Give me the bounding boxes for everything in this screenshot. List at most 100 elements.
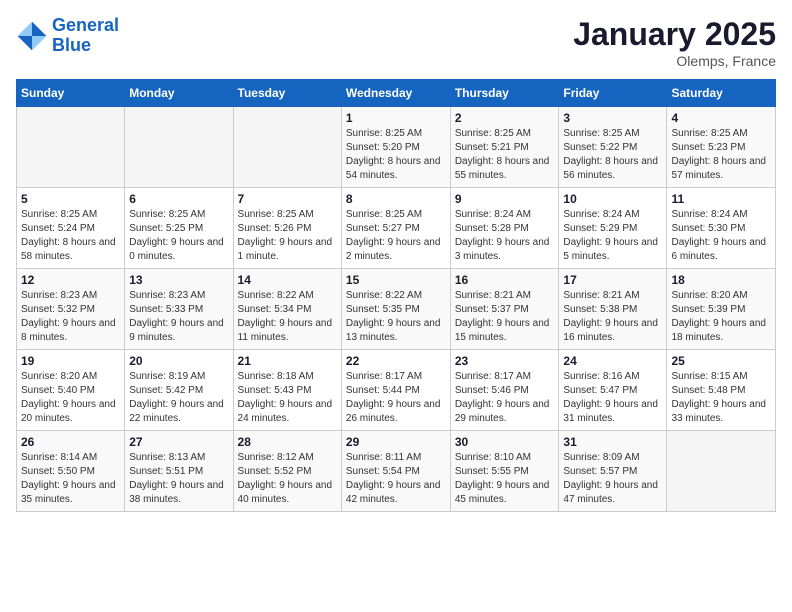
day-info: Sunrise: 8:14 AMSunset: 5:50 PMDaylight:… — [21, 451, 120, 507]
day-info: Sunrise: 8:21 AMSunset: 5:38 PMDaylight:… — [563, 289, 662, 345]
day-number: 25 — [671, 354, 771, 368]
day-number: 13 — [129, 273, 228, 287]
day-number: 6 — [129, 192, 228, 206]
day-number: 22 — [346, 354, 446, 368]
day-info: Sunrise: 8:22 AMSunset: 5:35 PMDaylight:… — [346, 289, 446, 345]
day-number: 31 — [563, 435, 662, 449]
calendar-cell — [233, 107, 341, 188]
logo-blue: Blue — [52, 35, 91, 55]
calendar-cell: 2 Sunrise: 8:25 AMSunset: 5:21 PMDaylight… — [450, 107, 559, 188]
day-info: Sunrise: 8:20 AMSunset: 5:40 PMDaylight:… — [21, 370, 120, 426]
calendar-cell: 4 Sunrise: 8:25 AMSunset: 5:23 PMDaylight… — [667, 107, 776, 188]
calendar-header-row: SundayMondayTuesdayWednesdayThursdayFrid… — [17, 80, 776, 107]
day-info: Sunrise: 8:17 AMSunset: 5:44 PMDaylight:… — [346, 370, 446, 426]
day-info: Sunrise: 8:22 AMSunset: 5:34 PMDaylight:… — [238, 289, 337, 345]
calendar-cell: 30Sunrise: 8:10 AMSunset: 5:55 PMDayligh… — [450, 431, 559, 512]
day-number: 15 — [346, 273, 446, 287]
day-info: Sunrise: 8:25 AMSunset: 5:20 PMDaylight:… — [346, 127, 446, 183]
calendar-week-row: 19Sunrise: 8:20 AMSunset: 5:40 PMDayligh… — [17, 350, 776, 431]
day-info: Sunrise: 8:23 AMSunset: 5:32 PMDaylight:… — [21, 289, 120, 345]
calendar-cell: 11 Sunrise: 8:24 AMSunset: 5:30 PMDayligh… — [667, 188, 776, 269]
day-info: Sunrise: 8:12 AMSunset: 5:52 PMDaylight:… — [238, 451, 337, 507]
calendar-week-row: 12 Sunrise: 8:23 AMSunset: 5:32 PMDayligh… — [17, 269, 776, 350]
calendar-cell: 26 Sunrise: 8:14 AMSunset: 5:50 PMDayligh… — [17, 431, 125, 512]
day-number: 28 — [238, 435, 337, 449]
weekday-header: Thursday — [450, 80, 559, 107]
day-number: 16 — [455, 273, 555, 287]
calendar-cell: 28 Sunrise: 8:12 AMSunset: 5:52 PMDayligh… — [233, 431, 341, 512]
weekday-header: Friday — [559, 80, 667, 107]
weekday-header: Sunday — [17, 80, 125, 107]
day-number: 12 — [21, 273, 120, 287]
calendar-cell: 24 Sunrise: 8:16 AMSunset: 5:47 PMDayligh… — [559, 350, 667, 431]
day-info: Sunrise: 8:11 AMSunset: 5:54 PMDaylight:… — [346, 451, 446, 507]
calendar-cell: 21 Sunrise: 8:18 AMSunset: 5:43 PMDayligh… — [233, 350, 341, 431]
calendar-cell: 14 Sunrise: 8:22 AMSunset: 5:34 PMDayligh… — [233, 269, 341, 350]
day-info: Sunrise: 8:25 AMSunset: 5:22 PMDaylight:… — [563, 127, 662, 183]
day-info: Sunrise: 8:19 AMSunset: 5:42 PMDaylight:… — [129, 370, 228, 426]
weekday-header: Tuesday — [233, 80, 341, 107]
calendar-cell: 16 Sunrise: 8:21 AMSunset: 5:37 PMDayligh… — [450, 269, 559, 350]
calendar-cell: 18Sunrise: 8:20 AMSunset: 5:39 PMDayligh… — [667, 269, 776, 350]
weekday-header: Saturday — [667, 80, 776, 107]
day-number: 18 — [671, 273, 771, 287]
calendar-cell — [667, 431, 776, 512]
day-number: 30 — [455, 435, 555, 449]
day-info: Sunrise: 8:09 AMSunset: 5:57 PMDaylight:… — [563, 451, 662, 507]
day-number: 21 — [238, 354, 337, 368]
day-info: Sunrise: 8:23 AMSunset: 5:33 PMDaylight:… — [129, 289, 228, 345]
month-title: January 2025 — [573, 16, 776, 53]
day-info: Sunrise: 8:17 AMSunset: 5:46 PMDaylight:… — [455, 370, 555, 426]
calendar-cell: 20 Sunrise: 8:19 AMSunset: 5:42 PMDayligh… — [125, 350, 233, 431]
calendar-cell: 6 Sunrise: 8:25 AMSunset: 5:25 PMDaylight… — [125, 188, 233, 269]
day-info: Sunrise: 8:24 AMSunset: 5:30 PMDaylight:… — [671, 208, 771, 264]
calendar-cell: 22 Sunrise: 8:17 AMSunset: 5:44 PMDayligh… — [341, 350, 450, 431]
calendar-table: SundayMondayTuesdayWednesdayThursdayFrid… — [16, 79, 776, 512]
day-info: Sunrise: 8:16 AMSunset: 5:47 PMDaylight:… — [563, 370, 662, 426]
day-number: 23 — [455, 354, 555, 368]
location: Olemps, France — [573, 53, 776, 69]
day-number: 24 — [563, 354, 662, 368]
logo: General Blue — [16, 16, 119, 56]
logo-text: General Blue — [52, 16, 119, 56]
calendar-cell: 25 Sunrise: 8:15 AMSunset: 5:48 PMDayligh… — [667, 350, 776, 431]
day-number: 9 — [455, 192, 555, 206]
day-info: Sunrise: 8:25 AMSunset: 5:25 PMDaylight:… — [129, 208, 228, 264]
calendar-cell: 29 Sunrise: 8:11 AMSunset: 5:54 PMDayligh… — [341, 431, 450, 512]
day-info: Sunrise: 8:25 AMSunset: 5:24 PMDaylight:… — [21, 208, 120, 264]
day-info: Sunrise: 8:24 AMSunset: 5:28 PMDaylight:… — [455, 208, 555, 264]
calendar-week-row: 5 Sunrise: 8:25 AMSunset: 5:24 PMDaylight… — [17, 188, 776, 269]
day-info: Sunrise: 8:15 AMSunset: 5:48 PMDaylight:… — [671, 370, 771, 426]
day-number: 5 — [21, 192, 120, 206]
day-number: 4 — [671, 111, 771, 125]
day-info: Sunrise: 8:18 AMSunset: 5:43 PMDaylight:… — [238, 370, 337, 426]
day-number: 14 — [238, 273, 337, 287]
calendar-cell: 9 Sunrise: 8:24 AMSunset: 5:28 PMDaylight… — [450, 188, 559, 269]
day-number: 2 — [455, 111, 555, 125]
weekday-header: Monday — [125, 80, 233, 107]
calendar-cell — [125, 107, 233, 188]
day-info: Sunrise: 8:13 AMSunset: 5:51 PMDaylight:… — [129, 451, 228, 507]
day-number: 26 — [21, 435, 120, 449]
title-block: January 2025 Olemps, France — [573, 16, 776, 69]
calendar-cell: 5 Sunrise: 8:25 AMSunset: 5:24 PMDaylight… — [17, 188, 125, 269]
calendar-week-row: 1 Sunrise: 8:25 AMSunset: 5:20 PMDaylight… — [17, 107, 776, 188]
day-number: 17 — [563, 273, 662, 287]
day-number: 29 — [346, 435, 446, 449]
logo-icon — [16, 20, 48, 52]
day-number: 10 — [563, 192, 662, 206]
calendar-cell: 7Sunrise: 8:25 AMSunset: 5:26 PMDaylight… — [233, 188, 341, 269]
day-info: Sunrise: 8:21 AMSunset: 5:37 PMDaylight:… — [455, 289, 555, 345]
day-info: Sunrise: 8:25 AMSunset: 5:27 PMDaylight:… — [346, 208, 446, 264]
day-info: Sunrise: 8:25 AMSunset: 5:21 PMDaylight:… — [455, 127, 555, 183]
day-info: Sunrise: 8:25 AMSunset: 5:23 PMDaylight:… — [671, 127, 771, 183]
calendar-cell: 19Sunrise: 8:20 AMSunset: 5:40 PMDayligh… — [17, 350, 125, 431]
day-number: 11 — [671, 192, 771, 206]
day-number: 20 — [129, 354, 228, 368]
calendar-cell: 31 Sunrise: 8:09 AMSunset: 5:57 PMDayligh… — [559, 431, 667, 512]
day-number: 1 — [346, 111, 446, 125]
day-info: Sunrise: 8:24 AMSunset: 5:29 PMDaylight:… — [563, 208, 662, 264]
calendar-cell: 10 Sunrise: 8:24 AMSunset: 5:29 PMDayligh… — [559, 188, 667, 269]
day-number: 27 — [129, 435, 228, 449]
weekday-header: Wednesday — [341, 80, 450, 107]
